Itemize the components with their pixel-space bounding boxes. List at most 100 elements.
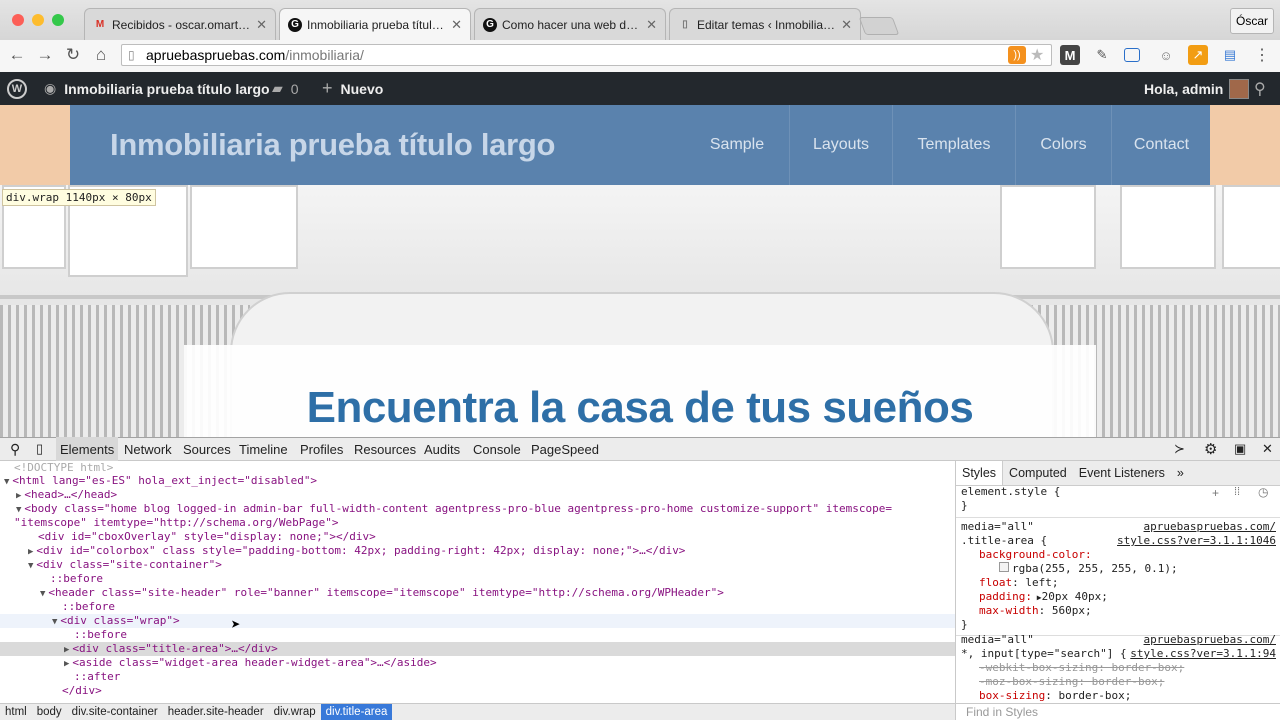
rule-source-link[interactable]: apruebaspruebas.com/ [1144,520,1276,533]
back-icon[interactable]: ← [6,44,28,66]
triangle-right-icon[interactable]: ▶ [16,491,21,501]
breadcrumb-site-container[interactable]: div.site-container [67,704,163,720]
triangle-right-icon[interactable]: ▶ [64,659,69,669]
tab-resources[interactable]: Resources [350,437,420,461]
tab-sources[interactable]: Sources [179,437,235,461]
triangle-down-icon[interactable]: ▼ [40,589,45,599]
nav-item-sample[interactable]: Sample [686,105,788,185]
rule-source-link[interactable]: style.css?ver=3.1.1:1046 [1117,534,1276,547]
rule-selector[interactable]: *, input[type="search"] { [961,647,1127,660]
dom-line[interactable]: ▶ <div id="colorbox" class style="padding… [28,544,685,558]
nav-item-colors[interactable]: Colors [1015,105,1111,185]
dom-line[interactable]: ::before [50,572,103,586]
browser-tab-editar-temas[interactable]: ▯ Editar temas ‹ Inmobiliaria ✕ [669,8,861,40]
browser-tab-inmobiliaria[interactable]: G Inmobiliaria prueba título la ✕ [279,8,471,40]
admin-bar-account[interactable]: Hola, admin [1144,72,1250,105]
screenshot-icon[interactable] [1124,48,1140,62]
nav-item-contact[interactable]: Contact [1111,105,1211,185]
triangle-down-icon[interactable]: ▼ [28,561,33,571]
tab-styles[interactable]: Styles [956,461,1004,485]
nav-item-templates[interactable]: Templates [892,105,1015,185]
tab-pagespeed[interactable]: PageSpeed [527,437,603,461]
more-tabs-icon[interactable]: » [1171,461,1190,485]
dom-tree[interactable]: <!DOCTYPE html> ▼ <html lang="es-ES" hola… [0,461,955,703]
nav-item-layouts[interactable]: Layouts [789,105,892,185]
evernote-icon[interactable]: ✎ [1092,45,1112,65]
bookmark-manager-icon[interactable]: ▤ [1220,45,1240,65]
tab-console[interactable]: Console [469,437,525,461]
dom-line[interactable]: ▼ <html lang="es-ES" hola_ext_inject="dis… [4,474,317,488]
search-icon[interactable]: ⚲ [1254,72,1266,105]
inspect-search-icon[interactable]: ⚲ [6,437,24,461]
tab-timeline[interactable]: Timeline [235,437,292,461]
close-tab-icon[interactable]: ✕ [646,17,657,33]
style-property[interactable]: background-color: [979,548,1092,561]
gear-icon[interactable]: ⚙ [1200,437,1221,461]
style-property[interactable]: max-width: 560px; [979,604,1092,617]
tab-profiles[interactable]: Profiles [296,437,347,461]
dom-line-hovered[interactable]: ▼ <div class="wrap"> [0,614,955,628]
element-state-icon[interactable]: ⁞⁞ [1234,486,1240,498]
rule-selector[interactable]: .title-area { [961,534,1047,547]
extension-m-icon[interactable]: M [1060,45,1080,65]
close-devtools-icon[interactable]: ✕ [1258,437,1277,461]
tab-elements[interactable]: Elements [56,437,119,461]
close-tab-icon[interactable]: ✕ [451,17,462,33]
close-tab-icon[interactable]: ✕ [256,17,267,33]
style-property[interactable]: box-sizing: border-box; [979,689,1131,702]
admin-bar-site[interactable]: ◉ Inmobiliaria prueba título largo [44,72,270,105]
tab-event-listeners[interactable]: Event Listeners [1073,461,1171,485]
triangle-right-icon[interactable]: ▶ [28,547,33,557]
dom-line[interactable]: "itemscope" itemtype="http://schema.org/… [14,516,339,530]
menu-icon[interactable]: ⋮ [1252,45,1272,65]
triangle-right-icon[interactable]: ▶ [64,645,69,655]
color-swatch[interactable] [999,562,1009,572]
profile-button[interactable]: Óscar [1230,8,1274,34]
new-style-rule-icon[interactable]: + [1212,486,1219,500]
dom-line[interactable]: ▼ <header class="site-header" role="banne… [40,586,724,600]
dock-icon[interactable]: ▣ [1230,437,1250,461]
breadcrumb-wrap[interactable]: div.wrap [269,704,321,720]
site-title[interactable]: Inmobiliaria prueba título largo [110,127,555,163]
tab-network[interactable]: Network [120,437,176,461]
breadcrumb-body[interactable]: body [32,704,67,720]
zoom-window-button[interactable] [52,14,64,26]
rss-icon[interactable]: )) [1008,46,1026,64]
breadcrumb-title-area[interactable]: div.title-area [320,704,393,720]
style-property-overridden[interactable]: -webkit-box-sizing: border-box; [979,661,1184,674]
dom-line[interactable]: </div> [62,684,102,698]
dom-line[interactable]: ▶ <head>…</head> [16,488,117,502]
style-property[interactable]: float: left; [979,576,1058,589]
triangle-down-icon[interactable]: ▼ [16,505,21,515]
admin-bar-comments[interactable]: ▰ 0 [272,72,299,105]
wordpress-icon[interactable]: W [6,72,28,105]
element-style-selector[interactable]: element.style { [961,485,1060,498]
close-window-button[interactable] [12,14,24,26]
dom-line[interactable]: ▶ <aside class="widget-area header-widget… [64,656,437,670]
reload-icon[interactable]: ↻ [62,44,84,66]
home-icon[interactable]: ⌂ [90,44,112,66]
triangle-down-icon[interactable]: ▼ [4,477,9,487]
color-format-icon[interactable]: ◷ [1258,485,1268,499]
dom-line[interactable]: <div id="cboxOverlay" style="display: no… [38,530,376,544]
browser-tab-gmail[interactable]: M Recibidos - oscar.omartinez ✕ [84,8,276,40]
console-drawer-icon[interactable]: ≻ [1170,437,1189,461]
hola-icon[interactable]: ☺ [1156,45,1176,65]
dom-line[interactable]: ▼ <body class="home blog logged-in admin-… [16,502,892,516]
style-property[interactable]: padding: ▶20px 40px; [979,590,1108,603]
triangle-down-icon[interactable]: ▼ [52,617,57,627]
address-bar[interactable]: ▯ apruebaspruebas.com/inmobiliaria/ )) ★ [121,44,1052,66]
star-icon[interactable]: ★ [1030,45,1044,65]
device-mode-icon[interactable]: ▯ [32,437,47,461]
style-property-value[interactable]: rgba(255, 255, 255, 0.1); [999,562,1178,575]
browser-tab-como-hacer[interactable]: G Como hacer una web de in ✕ [474,8,666,40]
close-tab-icon[interactable]: ✕ [841,17,852,33]
dom-line[interactable]: ▼ <div class="site-container"> [28,558,222,572]
tab-audits[interactable]: Audits [420,437,464,461]
breadcrumb-html[interactable]: html [0,704,32,720]
dom-line[interactable]: ::after [74,670,120,684]
rule-source-link[interactable]: apruebaspruebas.com/ [1144,633,1276,646]
find-in-styles-input[interactable]: Find in Styles [955,703,1280,720]
style-property-overridden[interactable]: -moz-box-sizing: border-box; [979,675,1164,688]
dom-line[interactable]: ::before [62,600,115,614]
